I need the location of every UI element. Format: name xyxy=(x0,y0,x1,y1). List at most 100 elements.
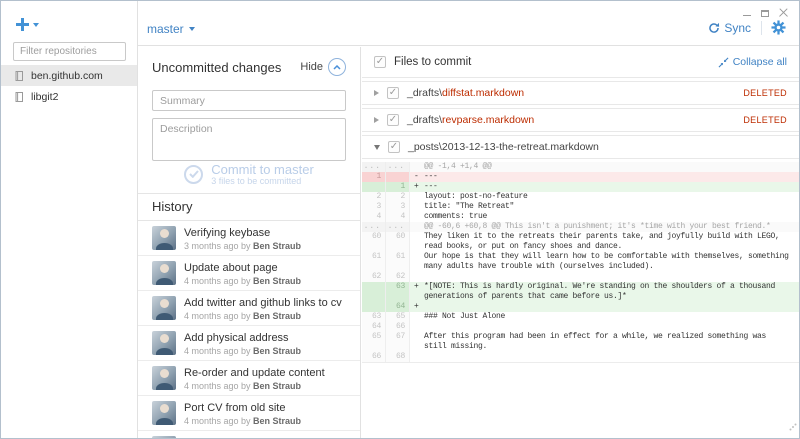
expand-triangle-icon[interactable] xyxy=(374,117,379,123)
file-row[interactable]: _drafts\diffstat.markdownDELETED xyxy=(362,81,799,105)
close-icon[interactable] xyxy=(779,8,788,17)
chevron-up-icon xyxy=(328,58,346,76)
commit-meta: 4 months ago by Ben Straub xyxy=(184,276,301,286)
diff-marker: + xyxy=(414,182,419,192)
old-line-number xyxy=(362,302,386,312)
add-repository-button[interactable] xyxy=(16,18,39,31)
history-commit[interactable]: Verifying keybase3 months ago by Ben Str… xyxy=(138,221,360,256)
old-line-number: 64 xyxy=(362,322,386,332)
diff-text xyxy=(410,352,799,362)
commit-summary-input[interactable] xyxy=(152,90,346,111)
new-line-number: 67 xyxy=(386,332,410,352)
changes-panel: Uncommitted changes Hide Commit to maste… xyxy=(138,47,361,438)
commit-title: Add headshot for public consumption xyxy=(184,437,346,438)
file-checkbox[interactable] xyxy=(387,87,399,99)
file-checkbox[interactable] xyxy=(387,114,399,126)
old-line-number: 2 xyxy=(362,192,386,202)
commit-title: Re-order and update content xyxy=(184,367,325,379)
diff-text xyxy=(410,322,799,332)
commit-description-input[interactable] xyxy=(152,118,346,161)
resize-grip-icon[interactable] xyxy=(789,418,797,436)
diff-text xyxy=(410,272,799,282)
history-commit[interactable]: Update about page 4 months ago by Ben Str… xyxy=(138,256,360,291)
diff-line: 63+*[NOTE: This is hardly original. We'r… xyxy=(362,282,799,302)
commit-meta: 3 months ago by Ben Straub xyxy=(184,241,301,251)
repo-icon xyxy=(14,91,24,103)
collapse-triangle-icon[interactable] xyxy=(374,145,380,150)
toolbar-divider xyxy=(761,21,762,35)
diff-text: +--- xyxy=(410,182,799,192)
diff-line: 64+ xyxy=(362,302,799,312)
history-commit[interactable]: Add headshot for public consumption5 mon… xyxy=(138,431,360,438)
history-commit[interactable]: Add physical address4 months ago by Ben … xyxy=(138,326,360,361)
history-commit[interactable]: Port CV from old site 4 months ago by Ben… xyxy=(138,396,360,431)
commit-title: Port CV from old site xyxy=(184,402,301,414)
avatar xyxy=(152,366,176,390)
old-line-number: 61 xyxy=(362,252,386,272)
diff-line: 6060They liken it to the retreats their … xyxy=(362,232,799,252)
diff-line: 6567After this program had been in effec… xyxy=(362,332,799,352)
branch-switcher[interactable]: master xyxy=(147,22,195,36)
diff-text: + xyxy=(410,302,799,312)
maximize-icon[interactable] xyxy=(761,10,769,17)
status-badge: DELETED xyxy=(743,88,787,98)
chevron-down-icon xyxy=(189,27,195,31)
repo-item[interactable]: ben.github.com xyxy=(1,65,137,86)
old-line-number xyxy=(362,182,386,192)
branch-name: master xyxy=(147,22,184,36)
commit-meta: 4 months ago by Ben Straub xyxy=(184,381,325,391)
history-commit[interactable]: Re-order and update content 4 months ago … xyxy=(138,361,360,396)
settings-button[interactable] xyxy=(771,20,786,35)
files-to-commit-title: Files to commit xyxy=(394,56,471,68)
diff-text: @@ -1,4 +1,4 @@ xyxy=(410,162,799,172)
old-line-number: ... xyxy=(362,162,386,172)
minimize-icon[interactable] xyxy=(743,15,751,16)
collapse-icon xyxy=(718,57,729,68)
toolbar: master Sync xyxy=(138,1,799,46)
new-line-number: 1 xyxy=(386,182,410,192)
diff-marker: - xyxy=(414,172,419,182)
commit-author: Ben Straub xyxy=(253,241,301,251)
commit-button-label: Commit to master xyxy=(211,163,314,176)
file-name: diffstat.markdown xyxy=(442,87,524,99)
avatar xyxy=(152,226,176,250)
history-list: Verifying keybase3 months ago by Ben Str… xyxy=(138,221,360,438)
diff-marker: + xyxy=(414,302,419,312)
diff-line: 6466 xyxy=(362,322,799,332)
history-commit[interactable]: Add twitter and github links to cv4 mont… xyxy=(138,291,360,326)
new-line-number: 61 xyxy=(386,252,410,272)
avatar xyxy=(152,436,176,438)
file-path: _drafts\revparse.markdown xyxy=(407,114,534,126)
file-checkbox[interactable] xyxy=(388,141,400,153)
new-line-number: 4 xyxy=(386,212,410,222)
diff-line: 33title: "The Retreat" xyxy=(362,202,799,212)
filter-repositories-input[interactable] xyxy=(13,42,126,61)
file-row[interactable]: _drafts\revparse.markdownDELETED xyxy=(362,108,799,132)
repo-icon xyxy=(14,70,24,82)
hide-changes-button[interactable]: Hide xyxy=(300,58,346,76)
commit-author: Ben Straub xyxy=(253,381,301,391)
commit-author: Ben Straub xyxy=(253,311,301,321)
commit-button[interactable]: Commit to master 3 files to be committed xyxy=(152,161,346,187)
new-line-number: 63 xyxy=(386,282,410,302)
expand-triangle-icon[interactable] xyxy=(374,90,379,96)
commit-meta: 4 months ago by Ben Straub xyxy=(184,416,301,426)
commit-meta: 4 months ago by Ben Straub xyxy=(184,311,342,321)
repo-item[interactable]: libgit2 xyxy=(1,86,137,107)
diff-text: layout: post-no-feature xyxy=(410,192,799,202)
hide-label: Hide xyxy=(300,61,323,73)
commit-author: Ben Straub xyxy=(253,346,301,356)
diff-text: ---- xyxy=(410,172,799,182)
collapse-all-button[interactable]: Collapse all xyxy=(718,56,787,68)
new-line-number: ... xyxy=(386,162,410,172)
file-name: 2013-12-13-the-retreat.markdown xyxy=(442,141,599,153)
diff-line: 6365### Not Just Alone xyxy=(362,312,799,322)
sync-button[interactable]: Sync xyxy=(708,21,751,35)
commit-author: Ben Straub xyxy=(253,416,301,426)
commit-button-sublabel: 3 files to be committed xyxy=(211,176,314,186)
files-to-commit-checkbox[interactable] xyxy=(374,56,386,68)
commit-title: Update about page xyxy=(184,262,301,274)
file-path: _posts\2013-12-13-the-retreat.markdown xyxy=(408,141,599,153)
diff-line: 1+--- xyxy=(362,182,799,192)
file-row[interactable]: _posts\2013-12-13-the-retreat.markdown xyxy=(362,135,799,159)
